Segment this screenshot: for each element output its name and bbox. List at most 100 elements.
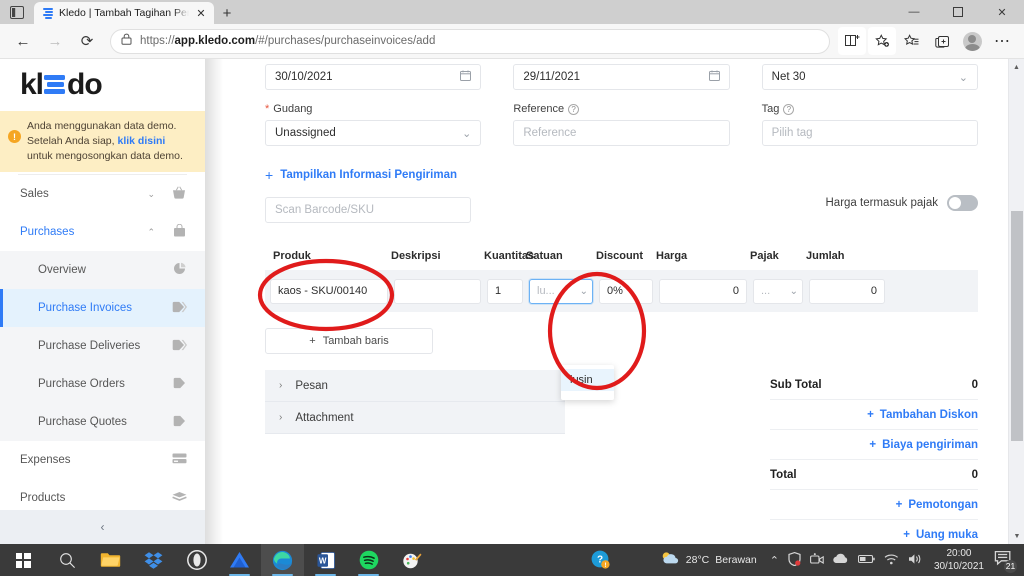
sub-total-value: 0 bbox=[971, 378, 978, 391]
satuan-option-lusin[interactable]: lusin bbox=[561, 369, 614, 391]
show-hidden-icons-icon[interactable]: ⌃ bbox=[770, 554, 779, 567]
tab-actions-icon[interactable] bbox=[0, 0, 34, 24]
antivirus-icon[interactable] bbox=[788, 551, 801, 569]
pajak-select[interactable]: ... ⌄ bbox=[753, 278, 803, 304]
battery-icon[interactable] bbox=[857, 554, 875, 567]
terms-select[interactable]: Net 30 ⌄ bbox=[761, 64, 978, 90]
add-down-payment-button[interactable]: + Uang muka bbox=[770, 520, 978, 544]
sidebar-item-purchases[interactable]: Purchases ⌃ bbox=[0, 213, 205, 251]
demo-clear-link[interactable]: klik disini bbox=[118, 135, 166, 147]
add-shipping-cost-button[interactable]: + Biaya pengiriman bbox=[770, 430, 978, 460]
chevron-down-icon: ⌄ bbox=[462, 127, 472, 140]
add-discount-button[interactable]: + Tambahan Diskon bbox=[770, 400, 978, 430]
tag-input[interactable]: Pilih tag bbox=[761, 120, 978, 146]
show-shipping-info-button[interactable]: + Tampilkan Informasi Pengiriman bbox=[265, 167, 978, 183]
tax-included-toggle[interactable] bbox=[947, 195, 978, 211]
back-icon[interactable]: ← bbox=[8, 27, 38, 55]
sidebar-item-overview[interactable]: Overview bbox=[0, 251, 205, 289]
field-reference: Reference ? Reference bbox=[513, 90, 730, 146]
close-button[interactable]: ✕ bbox=[980, 0, 1024, 24]
taskbar-opera-gx-icon[interactable] bbox=[175, 544, 218, 576]
taskbar-kledo-icon[interactable] bbox=[218, 544, 261, 576]
satuan-dropdown-menu[interactable]: lusin bbox=[561, 365, 614, 400]
taskbar-weather[interactable]: 28°C Berawan bbox=[660, 551, 757, 569]
sidebar-item-purchase-invoices[interactable]: Purchase Invoices bbox=[0, 289, 205, 327]
help-icon[interactable]: ? bbox=[783, 103, 795, 115]
column-header-harga: Harga bbox=[656, 250, 688, 262]
add-withholding-button[interactable]: + Pemotongan bbox=[770, 490, 978, 520]
cell-kuantitas: 1 bbox=[484, 278, 526, 304]
deskripsi-input[interactable] bbox=[394, 278, 481, 304]
action-center-button[interactable]: 21 bbox=[994, 550, 1017, 573]
maximize-button[interactable] bbox=[936, 0, 980, 24]
reference-placeholder: Reference bbox=[523, 127, 577, 139]
sidebar-item-purchase-deliveries[interactable]: Purchase Deliveries bbox=[0, 327, 205, 365]
browser-tab[interactable]: Kledo | Tambah Tagihan Pembelian ✕ bbox=[34, 2, 214, 24]
plus-icon: + bbox=[867, 408, 874, 421]
sidebar-nav: Sales ⌄ Purchases ⌃ Overview Purchase In… bbox=[0, 172, 205, 510]
tag-label-text: Tag bbox=[761, 103, 780, 115]
accordion-attachment[interactable]: › Attachment bbox=[265, 402, 565, 434]
taskbar-search-icon[interactable] bbox=[46, 544, 89, 576]
taskbar-clock[interactable]: 20:00 30/10/2021 bbox=[934, 547, 984, 573]
scrollbar-thumb[interactable] bbox=[1011, 211, 1023, 441]
harga-input[interactable]: 0 bbox=[659, 278, 747, 304]
onedrive-icon[interactable] bbox=[833, 553, 849, 567]
favorite-star-icon[interactable] bbox=[868, 27, 896, 55]
accordion-pesan[interactable]: › Pesan bbox=[265, 370, 565, 402]
scroll-down-arrow-icon[interactable]: ▼ bbox=[1009, 528, 1024, 544]
gudang-select[interactable]: Unassigned ⌄ bbox=[265, 120, 482, 146]
transaction-date-input[interactable]: 30/10/2021 bbox=[265, 64, 482, 90]
kledo-logo[interactable]: kl do bbox=[0, 59, 205, 111]
due-date-input[interactable]: 29/11/2021 bbox=[513, 64, 730, 90]
reference-input[interactable]: Reference bbox=[513, 120, 730, 146]
camera-icon[interactable] bbox=[809, 552, 824, 568]
calendar-icon[interactable] bbox=[708, 70, 720, 84]
taskbar-word-icon[interactable]: W bbox=[304, 544, 347, 576]
tab-close-icon[interactable]: ✕ bbox=[194, 7, 208, 20]
discount-input[interactable]: 0% bbox=[599, 278, 653, 304]
favorites-list-icon[interactable] bbox=[898, 27, 926, 55]
sidebar-collapse-button[interactable]: ‹ bbox=[0, 510, 205, 544]
profile-avatar[interactable] bbox=[958, 27, 986, 55]
forward-icon[interactable]: → bbox=[40, 27, 70, 55]
help-icon[interactable]: ? bbox=[568, 103, 580, 115]
address-bar[interactable]: https://app.kledo.com/#/purchases/purcha… bbox=[110, 28, 830, 54]
sidebar-item-purchase-orders[interactable]: Purchase Orders bbox=[0, 365, 205, 403]
page-scrollbar[interactable]: ▲ ▼ bbox=[1008, 59, 1024, 544]
new-tab-button[interactable]: + bbox=[214, 2, 240, 24]
jumlah-input[interactable]: 0 bbox=[809, 278, 885, 304]
taskbar-file-explorer-icon[interactable] bbox=[89, 544, 132, 576]
sidebar-item-sales[interactable]: Sales ⌄ bbox=[0, 175, 205, 213]
sidebar-item-expenses[interactable]: Expenses bbox=[0, 441, 205, 479]
calendar-icon[interactable] bbox=[460, 70, 472, 84]
more-options-icon[interactable]: ⋯ bbox=[988, 27, 1016, 55]
volume-icon[interactable] bbox=[908, 553, 923, 568]
barcode-scan-input[interactable]: Scan Barcode/SKU bbox=[265, 197, 471, 223]
kledo-logo-mark-icon bbox=[44, 73, 66, 98]
taskbar-paint-icon[interactable] bbox=[390, 544, 433, 576]
help-notification-icon[interactable]: ?! bbox=[591, 550, 612, 571]
sidebar-item-products[interactable]: Products bbox=[0, 479, 205, 510]
total-label: Total bbox=[770, 468, 797, 481]
scroll-up-arrow-icon[interactable]: ▲ bbox=[1009, 59, 1024, 75]
wifi-icon[interactable] bbox=[884, 553, 899, 568]
gudang-label-text: Gudang bbox=[273, 103, 313, 115]
reload-icon[interactable]: ⟳ bbox=[72, 27, 102, 55]
field-tag: Tag ? Pilih tag bbox=[761, 90, 978, 146]
taskbar-edge-icon[interactable] bbox=[261, 544, 304, 576]
start-button[interactable] bbox=[0, 544, 46, 576]
collections-icon[interactable] bbox=[928, 27, 956, 55]
produk-input[interactable]: kaos - SKU/00140 bbox=[270, 278, 388, 304]
purchases-submenu: Overview Purchase Invoices Purchase Deli… bbox=[0, 251, 205, 441]
split-screen-icon[interactable] bbox=[838, 27, 866, 55]
minimize-button[interactable]: — bbox=[892, 0, 936, 24]
add-row-button[interactable]: + Tambah baris bbox=[265, 328, 433, 354]
taskbar-dropbox-icon[interactable] bbox=[132, 544, 175, 576]
sidebar-item-purchase-quotes[interactable]: Purchase Quotes bbox=[0, 403, 205, 441]
column-header-pajak: Pajak bbox=[750, 250, 779, 262]
kuantitas-input[interactable]: 1 bbox=[487, 278, 523, 304]
taskbar-spotify-icon[interactable] bbox=[347, 544, 390, 576]
satuan-select[interactable]: lu... ⌄ bbox=[529, 278, 593, 304]
taskbar-tray: ?! 28°C Berawan ⌃ 20:00 30/10/2021 21 bbox=[591, 547, 1024, 573]
